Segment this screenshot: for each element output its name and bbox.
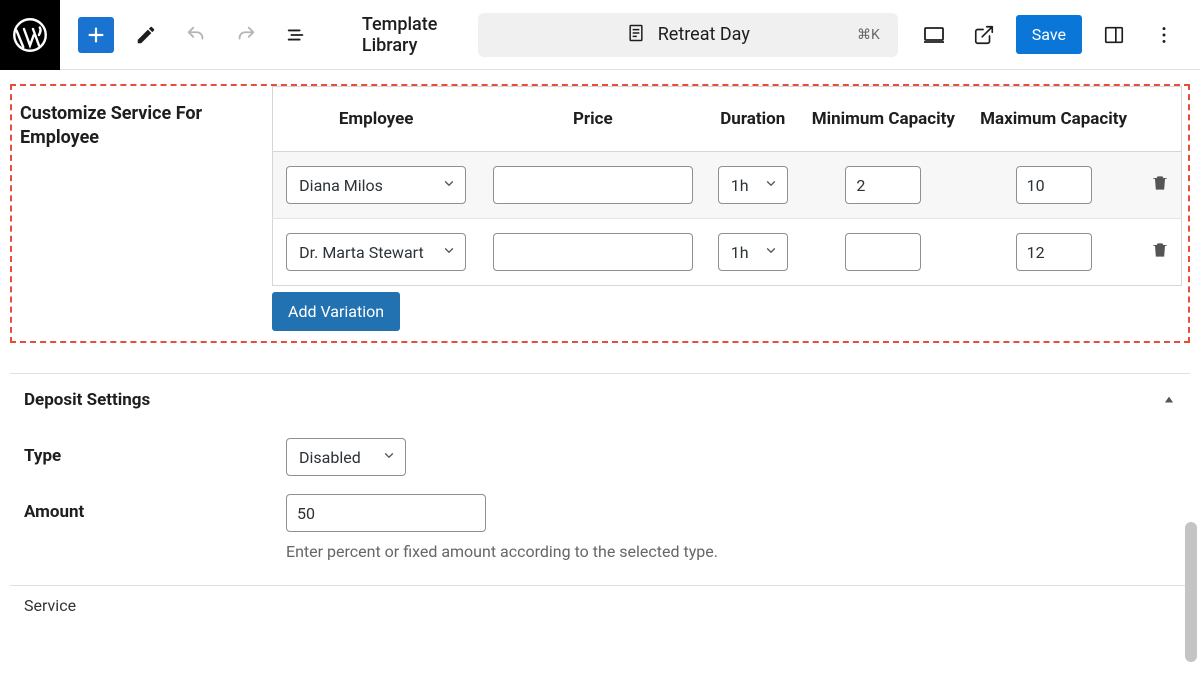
command-bar[interactable]: Retreat Day ⌘K	[478, 13, 898, 57]
scrollbar-thumb[interactable]	[1185, 522, 1197, 662]
service-section-label: Service	[10, 585, 1190, 615]
col-duration: Duration	[706, 87, 799, 152]
amount-help-text: Enter percent or fixed amount according …	[286, 542, 1176, 561]
deposit-settings-header[interactable]: Deposit Settings	[10, 374, 1190, 420]
trash-icon	[1150, 173, 1170, 193]
min-capacity-input[interactable]	[845, 233, 921, 271]
deposit-amount-row: Amount Enter percent or fixed amount acc…	[10, 476, 1190, 561]
delete-row-button[interactable]	[1150, 240, 1170, 260]
employee-select[interactable]: Dr. Marta Stewart	[286, 233, 466, 271]
deposit-type-row: Type Disabled	[10, 420, 1190, 476]
view-button[interactable]	[916, 17, 952, 53]
col-max-capacity: Maximum Capacity	[968, 87, 1140, 152]
scrollbar[interactable]	[1184, 72, 1198, 678]
command-shortcut: ⌘K	[857, 27, 880, 43]
employee-variation-table: Employee Price Duration Minimum Capacity…	[272, 86, 1182, 286]
document-title: Retreat Day	[658, 24, 750, 45]
deposit-settings-title: Deposit Settings	[24, 390, 150, 410]
amount-label: Amount	[24, 494, 286, 522]
plus-icon	[85, 24, 107, 46]
deposit-amount-input[interactable]	[286, 494, 486, 532]
wordpress-logo[interactable]	[0, 0, 60, 70]
type-label: Type	[24, 438, 286, 466]
panel-icon	[1103, 24, 1125, 46]
editor-main: Customize Service For Employee Employee …	[0, 70, 1200, 615]
options-button[interactable]	[1146, 17, 1182, 53]
col-price: Price	[479, 87, 706, 152]
max-capacity-input[interactable]	[1016, 166, 1092, 204]
customize-service-block: Customize Service For Employee Employee …	[10, 84, 1190, 343]
edit-button[interactable]	[128, 17, 164, 53]
redo-icon	[235, 24, 257, 46]
table-row: Dr. Marta Stewart 1h	[273, 219, 1182, 286]
wordpress-icon	[12, 17, 48, 53]
col-min-capacity: Minimum Capacity	[799, 87, 967, 152]
add-variation-button[interactable]: Add Variation	[272, 292, 400, 331]
max-capacity-input[interactable]	[1016, 233, 1092, 271]
open-external-button[interactable]	[966, 17, 1002, 53]
col-employee: Employee	[273, 87, 480, 152]
document-outline-button[interactable]	[278, 17, 314, 53]
employee-select[interactable]: Diana Milos	[286, 166, 466, 204]
sidebar-toggle-button[interactable]	[1096, 17, 1132, 53]
trash-icon	[1150, 240, 1170, 260]
save-button[interactable]: Save	[1016, 15, 1082, 54]
duration-select[interactable]: 1h	[718, 233, 788, 271]
more-vertical-icon	[1153, 24, 1175, 46]
customize-section-title: Customize Service For Employee	[12, 86, 272, 341]
undo-button[interactable]	[178, 17, 214, 53]
delete-row-button[interactable]	[1150, 173, 1170, 193]
price-input[interactable]	[493, 233, 693, 271]
duration-select[interactable]: 1h	[718, 166, 788, 204]
undo-icon	[185, 24, 207, 46]
price-input[interactable]	[493, 166, 693, 204]
deposit-type-select[interactable]: Disabled	[286, 438, 406, 476]
top-toolbar: Template Library Retreat Day ⌘K Save	[0, 0, 1200, 70]
collapse-icon	[1162, 391, 1176, 410]
template-library-label[interactable]: Template Library	[362, 14, 478, 56]
redo-button[interactable]	[228, 17, 264, 53]
external-link-icon	[973, 24, 995, 46]
desktop-icon	[922, 23, 946, 47]
add-block-button[interactable]	[78, 17, 114, 53]
document-icon	[626, 23, 646, 47]
table-row: Diana Milos 1h	[273, 152, 1182, 219]
min-capacity-input[interactable]	[845, 166, 921, 204]
pencil-icon	[135, 24, 157, 46]
list-icon	[285, 24, 307, 46]
